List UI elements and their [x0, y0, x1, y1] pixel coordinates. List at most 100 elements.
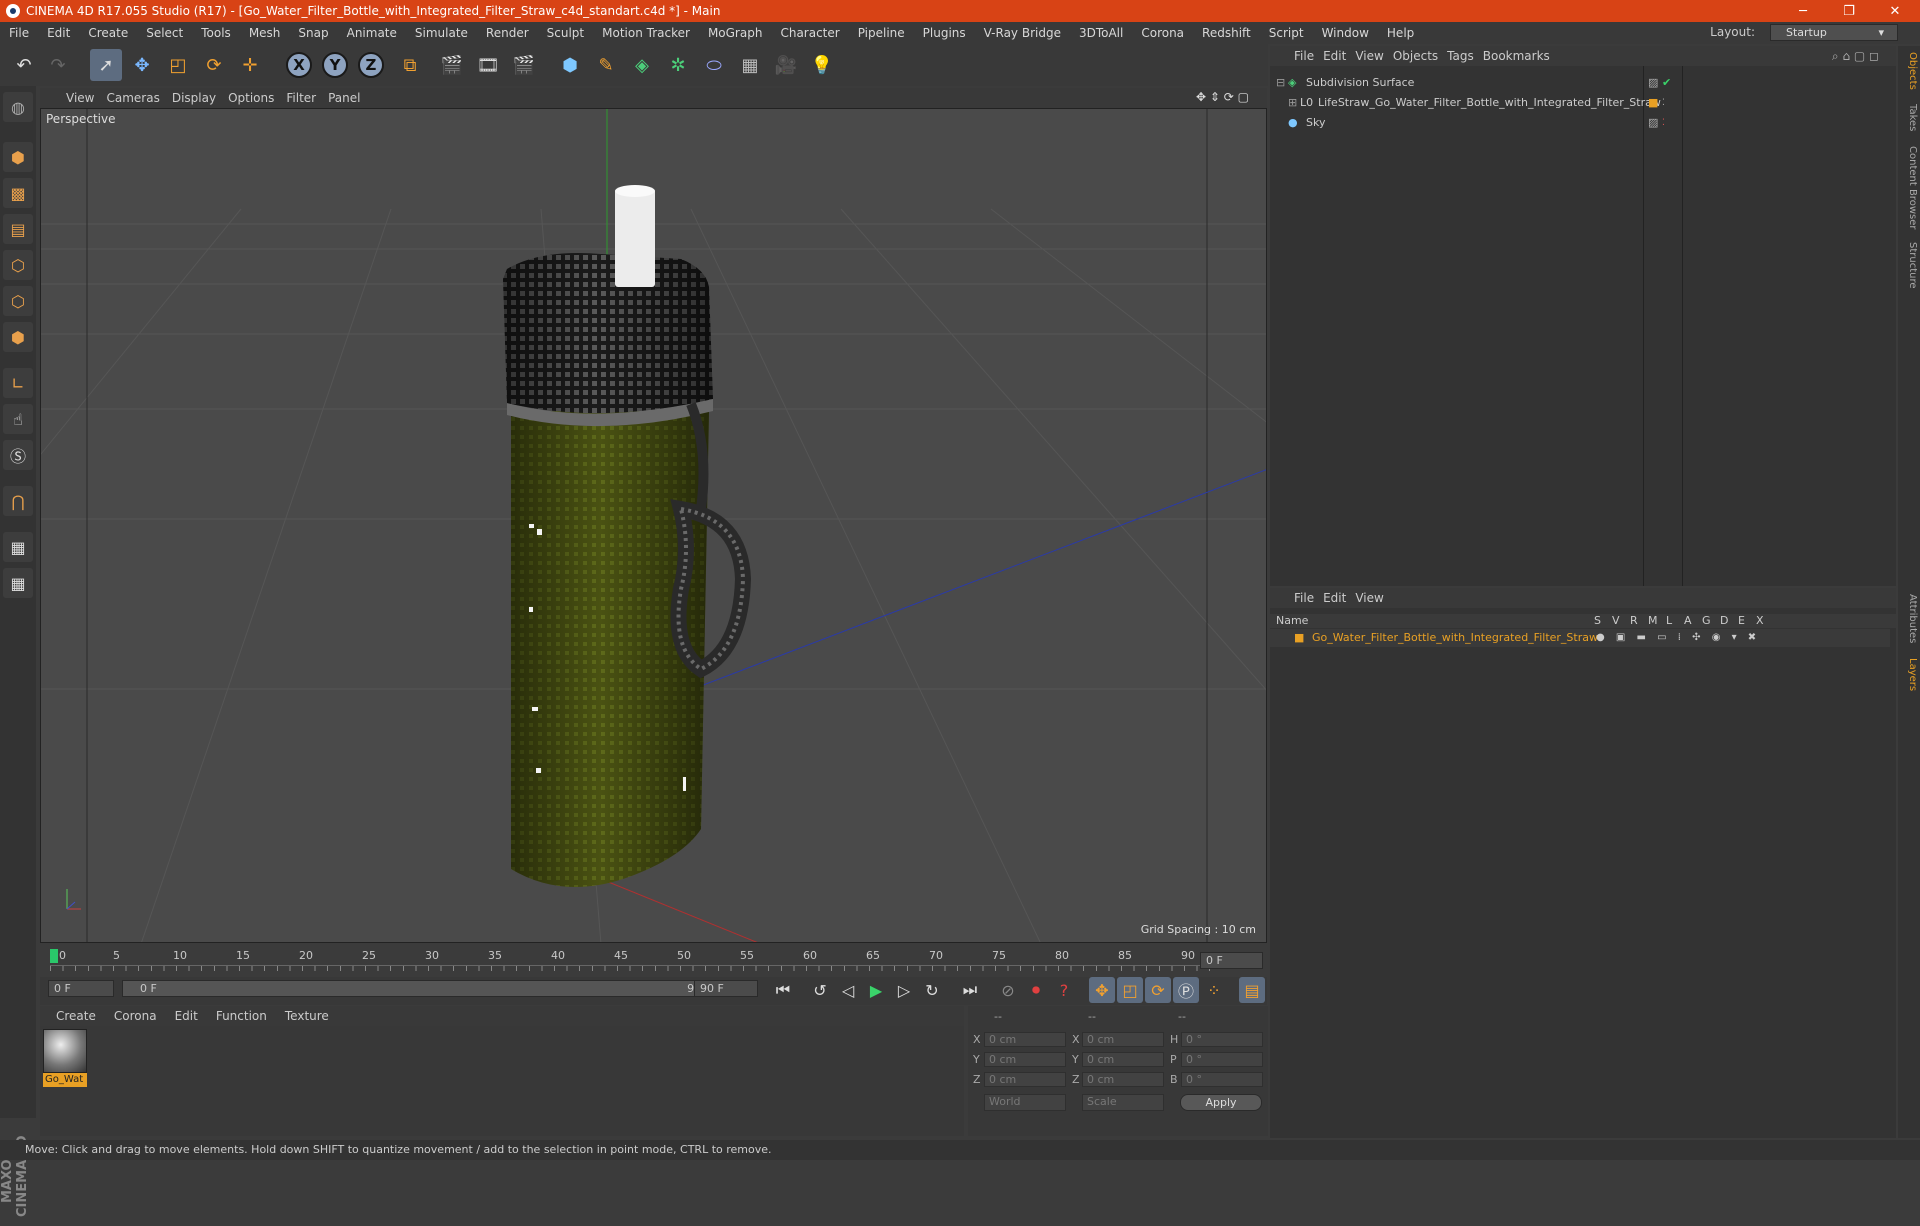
menu-file[interactable]: File: [0, 26, 38, 40]
viewport-menu-options[interactable]: Options: [228, 91, 286, 105]
scale-tool-icon[interactable]: ◰: [162, 49, 194, 81]
menu-render[interactable]: Render: [477, 26, 538, 40]
cube-object-icon[interactable]: ⬢: [554, 49, 586, 81]
mograph-cloner-icon[interactable]: ✲: [662, 49, 694, 81]
viewport-menu-panel[interactable]: Panel: [328, 91, 372, 105]
menu-redshift[interactable]: Redshift: [1193, 26, 1260, 40]
tab-layers[interactable]: Layers: [1900, 658, 1918, 691]
edges-mode-icon[interactable]: ⬡: [3, 286, 33, 316]
menu-window[interactable]: Window: [1313, 26, 1378, 40]
current-frame-field[interactable]: 0 F: [1200, 952, 1263, 969]
visibility-dots-icon[interactable]: ⁚: [1662, 114, 1665, 132]
layer-menu-edit[interactable]: Edit: [1323, 591, 1355, 605]
playhead-marker[interactable]: [50, 949, 58, 963]
material-menu-create[interactable]: Create: [40, 1009, 105, 1023]
pen-spline-icon[interactable]: ✎: [590, 49, 622, 81]
menu-plugins[interactable]: Plugins: [914, 26, 975, 40]
snap-magnet-icon[interactable]: ⋂: [3, 486, 33, 516]
menu-3dtoall[interactable]: 3DToAll: [1070, 26, 1132, 40]
texture-mode-icon[interactable]: ▩: [3, 178, 33, 208]
transform-tool-icon[interactable]: ✛: [234, 49, 266, 81]
perspective-viewport[interactable]: Perspective Grid Spacing : 10 cm: [40, 108, 1267, 943]
model-mode-icon[interactable]: ⬢: [3, 142, 33, 172]
frame-range-slider[interactable]: 0 F 90 F: [122, 980, 726, 997]
menu-motion-tracker[interactable]: Motion Tracker: [593, 26, 699, 40]
points-mode-icon[interactable]: ⬡: [3, 250, 33, 280]
autokey-icon[interactable]: ⏺: [1023, 977, 1049, 1003]
menu-tools[interactable]: Tools: [192, 26, 240, 40]
size-y-field[interactable]: 0 cm: [1082, 1052, 1164, 1067]
layer-name[interactable]: Go_Water_Filter_Bottle_with_Integrated_F…: [1312, 629, 1598, 647]
menu-character[interactable]: Character: [771, 26, 848, 40]
workplane-lock-icon[interactable]: ▦: [3, 532, 33, 562]
viewport-nav-icons[interactable]: ✥ ⇕ ⟳ ▢: [1196, 90, 1261, 104]
floor-environment-icon[interactable]: ▦: [734, 49, 766, 81]
live-selection-icon[interactable]: ➚: [90, 49, 122, 81]
layer-menu-file[interactable]: File: [1294, 591, 1323, 605]
previous-key-icon[interactable]: ↺: [807, 977, 833, 1003]
object-row-lifestraw[interactable]: ⊞ L0 LifeStraw_Go_Water_Filter_Bottle_wi…: [1270, 94, 1890, 112]
object-manager-search-icon[interactable]: ⌕ ⌂ ▢ ◻: [1832, 49, 1888, 64]
keyframe-selection-icon[interactable]: ?: [1051, 977, 1077, 1003]
enable-axis-icon[interactable]: ∟: [3, 368, 33, 398]
polygons-mode-icon[interactable]: ⬢: [3, 322, 33, 352]
undo-icon[interactable]: ↶: [8, 49, 40, 81]
tab-attributes[interactable]: Attributes: [1900, 594, 1918, 643]
viewport-menu-filter[interactable]: Filter: [286, 91, 328, 105]
z-axis-lock-button[interactable]: Z: [358, 52, 384, 78]
menu-create[interactable]: Create: [79, 26, 137, 40]
layer-row[interactable]: ■ Go_Water_Filter_Bottle_with_Integrated…: [1270, 629, 1890, 647]
coordinate-system-icon[interactable]: ⧉: [394, 49, 426, 81]
light-icon[interactable]: 💡: [806, 49, 838, 81]
material-menu-function[interactable]: Function: [207, 1009, 276, 1023]
menu-sculpt[interactable]: Sculpt: [538, 26, 593, 40]
object-menu-edit[interactable]: Edit: [1323, 49, 1355, 63]
tab-objects[interactable]: Objects: [1900, 52, 1918, 90]
previous-frame-icon[interactable]: ◁: [835, 977, 861, 1003]
viewport-menu-view[interactable]: View: [40, 91, 106, 105]
object-row-sky[interactable]: ● Sky ▨ ⁚: [1270, 114, 1890, 132]
key-pla-icon[interactable]: ⁘: [1201, 977, 1227, 1003]
object-menu-view[interactable]: View: [1355, 49, 1392, 63]
menu-corona[interactable]: Corona: [1132, 26, 1193, 40]
material-menu-edit[interactable]: Edit: [166, 1009, 207, 1023]
subdivision-surface-icon[interactable]: ◈: [626, 49, 658, 81]
deformer-icon[interactable]: ⬭: [698, 49, 730, 81]
next-frame-icon[interactable]: ▷: [891, 977, 917, 1003]
tweak-mode-icon[interactable]: ☝: [3, 404, 33, 434]
viewport-menu-display[interactable]: Display: [172, 91, 228, 105]
tab-takes[interactable]: Takes: [1900, 104, 1918, 131]
menu-mograph[interactable]: MoGraph: [699, 26, 772, 40]
object-menu-tags[interactable]: Tags: [1447, 49, 1483, 63]
next-key-icon[interactable]: ↻: [919, 977, 945, 1003]
key-position-icon[interactable]: ✥: [1089, 977, 1115, 1003]
material-menu-texture[interactable]: Texture: [276, 1009, 338, 1023]
visibility-dots-icon[interactable]: ⁚: [1662, 94, 1665, 112]
pos-y-field[interactable]: 0 cm: [984, 1052, 1066, 1067]
rot-b-field[interactable]: 0 °: [1181, 1072, 1263, 1087]
coord-system-dropdown[interactable]: World: [984, 1094, 1066, 1111]
solo-mode-icon[interactable]: Ⓢ: [3, 440, 33, 470]
record-keys-icon[interactable]: ⊘: [995, 977, 1021, 1003]
key-rotation-icon[interactable]: ⟳: [1145, 977, 1171, 1003]
start-frame-field[interactable]: 0 F: [48, 980, 114, 997]
end-frame-field[interactable]: 90 F: [694, 980, 758, 997]
layout-dropdown[interactable]: Startup ▾: [1770, 24, 1898, 41]
go-to-end-icon[interactable]: ⏭: [957, 977, 983, 1003]
object-menu-objects[interactable]: Objects: [1393, 49, 1447, 63]
menu-edit[interactable]: Edit: [38, 26, 79, 40]
render-picture-viewer-icon[interactable]: 🎞: [472, 49, 504, 81]
menu-vray-bridge[interactable]: V-Ray Bridge: [975, 26, 1070, 40]
render-view-icon[interactable]: 🎬: [436, 49, 468, 81]
play-forward-icon[interactable]: ▶: [863, 977, 889, 1003]
y-axis-lock-button[interactable]: Y: [322, 52, 348, 78]
menu-pipeline[interactable]: Pipeline: [849, 26, 914, 40]
tab-content-browser[interactable]: Content Browser: [1900, 146, 1918, 229]
move-tool-icon[interactable]: ✥: [126, 49, 158, 81]
size-x-field[interactable]: 0 cm: [1082, 1032, 1164, 1047]
rotate-tool-icon[interactable]: ⟳: [198, 49, 230, 81]
render-settings-icon[interactable]: 🎬: [508, 49, 540, 81]
x-axis-lock-button[interactable]: X: [286, 52, 312, 78]
object-menu-bookmarks[interactable]: Bookmarks: [1483, 49, 1559, 63]
menu-snap[interactable]: Snap: [289, 26, 337, 40]
